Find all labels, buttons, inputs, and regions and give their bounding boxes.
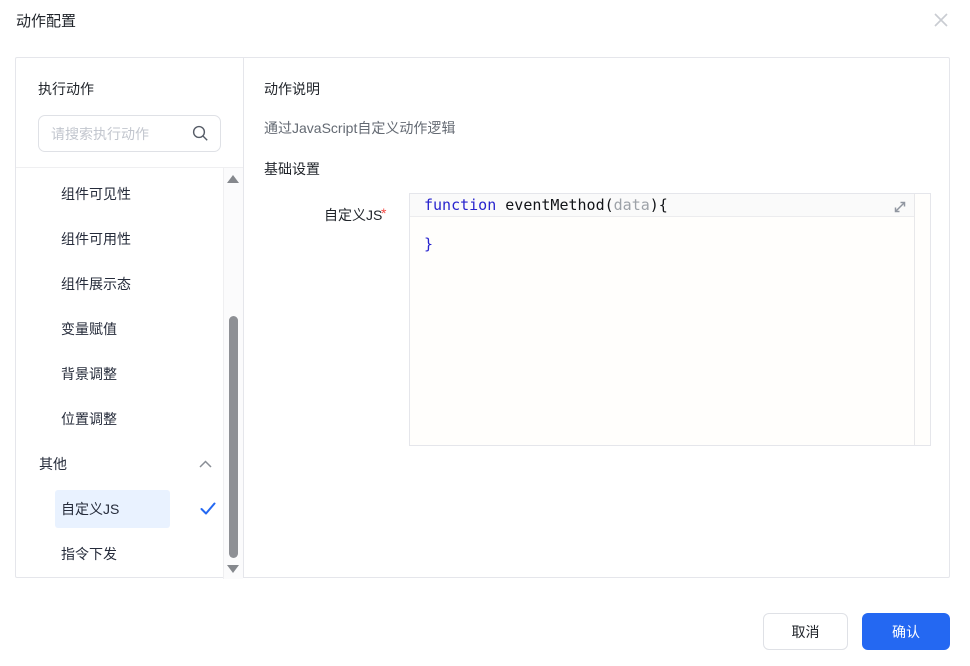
cancel-button[interactable]: 取消: [763, 613, 848, 650]
chevron-up-icon[interactable]: [198, 459, 213, 469]
editor-expand-icon[interactable]: [891, 198, 909, 216]
list-scrollbar[interactable]: [223, 168, 243, 579]
action-item-label: 自定义JS: [55, 489, 170, 528]
search-box[interactable]: [38, 115, 221, 152]
left-panel-title: 执行动作: [38, 81, 94, 97]
check-icon: [200, 502, 216, 515]
basic-settings-header: 基础设置: [264, 161, 320, 177]
action-item-component-usability[interactable]: 组件可用性: [17, 216, 223, 261]
action-item-label: 指令下发: [61, 545, 117, 562]
action-item-label: 变量赋值: [61, 320, 117, 337]
action-item-label: 组件可见性: [61, 185, 131, 202]
dialog-footer: 取消 确认: [763, 613, 950, 650]
action-item-label: 组件可用性: [61, 230, 131, 247]
code-editor[interactable]: function eventMethod(data){ }: [409, 193, 931, 446]
code-content[interactable]: function eventMethod(data){ }: [410, 194, 668, 255]
dialog-title: 动作配置: [16, 13, 77, 30]
action-item-custom-js[interactable]: 自定义JS: [17, 486, 223, 531]
close-icon[interactable]: [929, 8, 953, 32]
confirm-button[interactable]: 确认: [862, 613, 950, 650]
action-item-label: 其他: [39, 455, 67, 472]
action-item-component-visibility[interactable]: 组件可见性: [17, 171, 223, 216]
search-icon[interactable]: [192, 125, 209, 142]
left-panel-divider: [16, 167, 243, 168]
action-item-label: 位置调整: [61, 410, 117, 427]
action-item-position-adjust[interactable]: 位置调整: [17, 396, 223, 441]
action-item-label: 背景调整: [61, 365, 117, 382]
action-desc-header: 动作说明: [264, 81, 320, 97]
custom-js-label: 自定义JS *: [324, 205, 387, 223]
action-item-variable-assignment[interactable]: 变量赋值: [17, 306, 223, 351]
required-marker: *: [381, 205, 387, 221]
action-item-other-group[interactable]: 其他: [17, 441, 223, 486]
action-item-command-dispatch[interactable]: 指令下发: [17, 531, 223, 576]
action-desc-text: 通过JavaScript自定义动作逻辑: [264, 120, 456, 136]
search-input[interactable]: [39, 125, 192, 142]
action-list: 组件可见性组件可用性组件展示态变量赋值背景调整位置调整其他自定义JS 指令下发: [17, 171, 223, 576]
scroll-up-icon[interactable]: [227, 175, 239, 183]
scroll-down-icon[interactable]: [227, 565, 239, 573]
scrollbar-thumb[interactable]: [229, 316, 238, 558]
left-panel: 执行动作 组件可见性组件可用性组件展示态变量赋值背景调整位置调整其他自定义JS 指…: [16, 58, 244, 579]
action-item-label: 组件展示态: [61, 275, 131, 292]
editor-scrollbar-track[interactable]: [914, 194, 915, 445]
action-item-component-display-state[interactable]: 组件展示态: [17, 261, 223, 306]
action-item-background-adjust[interactable]: 背景调整: [17, 351, 223, 396]
main-panel: 执行动作 组件可见性组件可用性组件展示态变量赋值背景调整位置调整其他自定义JS 指…: [15, 57, 950, 579]
